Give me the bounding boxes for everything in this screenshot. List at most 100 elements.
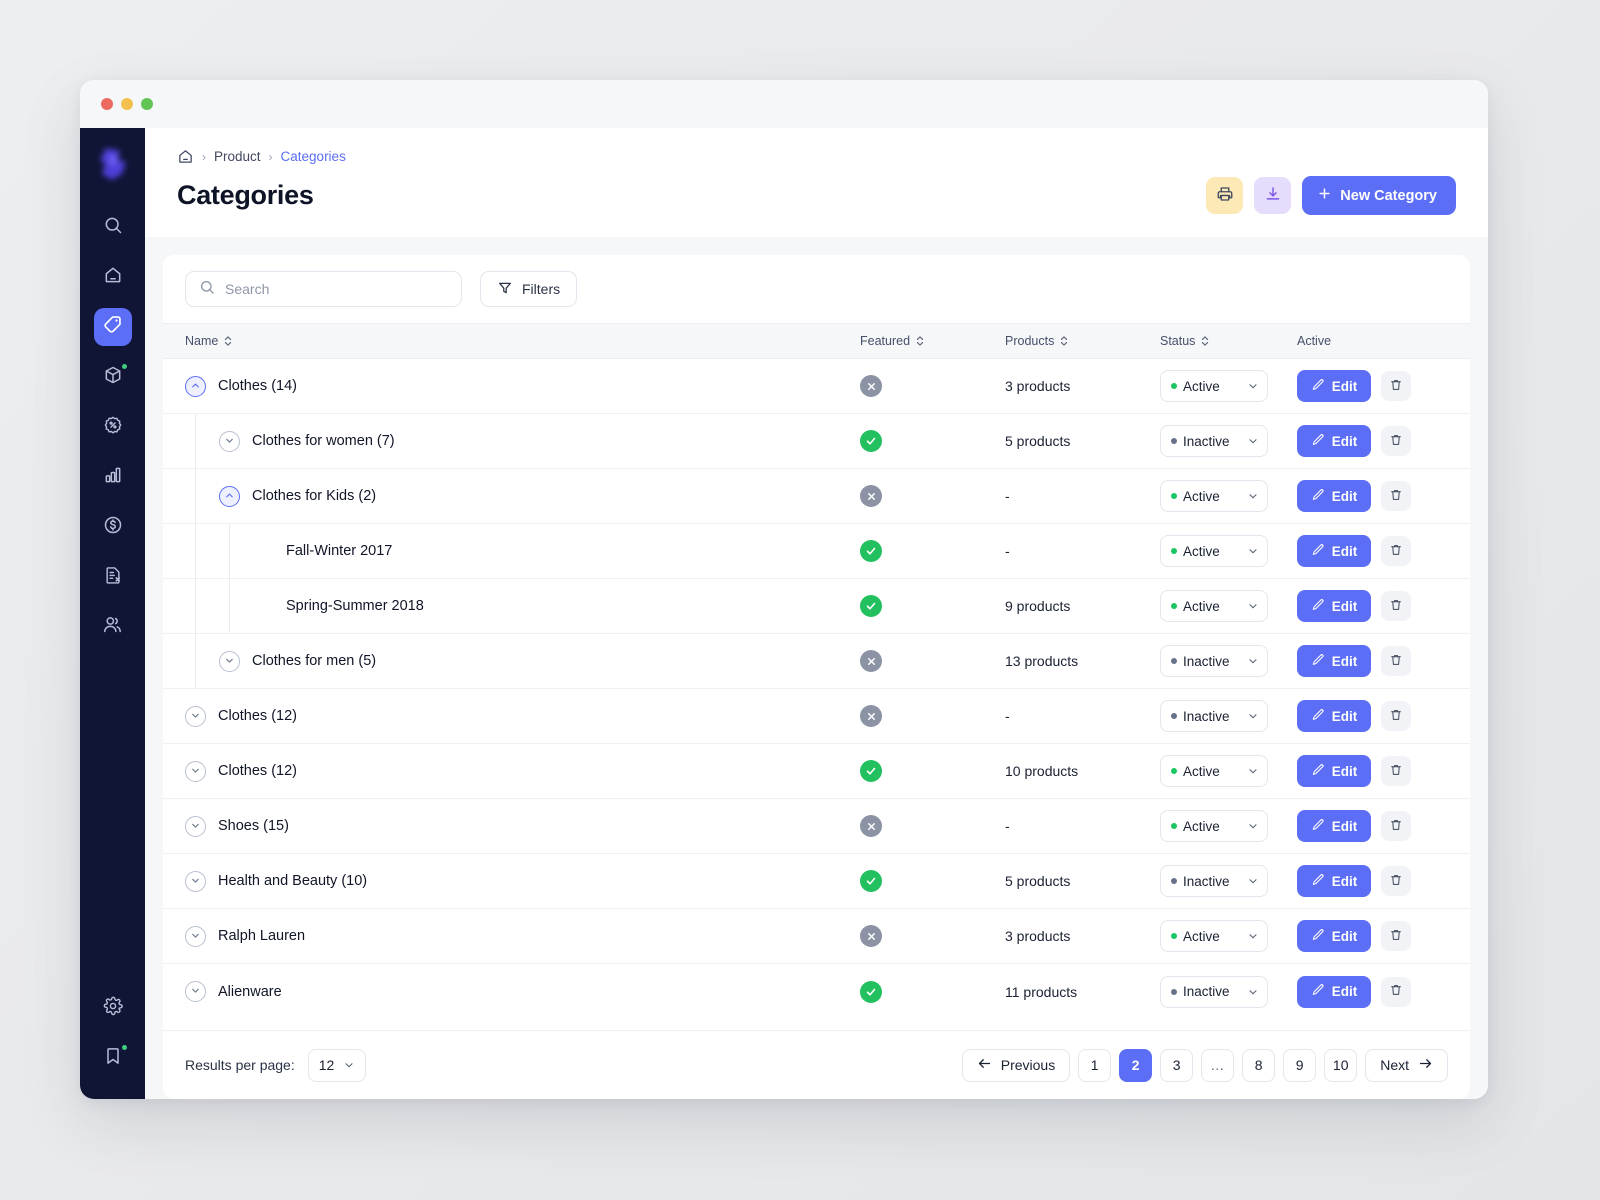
breadcrumb-parent[interactable]: Product: [214, 149, 261, 164]
edit-button[interactable]: Edit: [1297, 480, 1371, 512]
featured-yes-icon[interactable]: [860, 760, 882, 782]
breadcrumb-current[interactable]: Categories: [281, 149, 346, 164]
column-header-featured[interactable]: Featured: [860, 334, 1005, 348]
sidebar-item-discounts[interactable]: [94, 408, 132, 446]
minimize-window-button[interactable]: [121, 98, 133, 110]
edit-button[interactable]: Edit: [1297, 755, 1371, 787]
edit-button[interactable]: Edit: [1297, 920, 1371, 952]
next-page-button[interactable]: Next: [1365, 1049, 1448, 1082]
search-input[interactable]: [225, 281, 448, 297]
page-button-8[interactable]: 8: [1242, 1049, 1275, 1082]
breadcrumb-home-icon[interactable]: [177, 148, 194, 165]
edit-button[interactable]: Edit: [1297, 370, 1371, 402]
page-button-9[interactable]: 9: [1283, 1049, 1316, 1082]
delete-button[interactable]: [1381, 811, 1411, 841]
delete-button[interactable]: [1381, 371, 1411, 401]
delete-button[interactable]: [1381, 536, 1411, 566]
sidebar-item-search[interactable]: [94, 208, 132, 246]
filters-button[interactable]: Filters: [480, 271, 577, 307]
featured-yes-icon[interactable]: [860, 870, 882, 892]
sidebar-item-customers[interactable]: [94, 608, 132, 646]
previous-page-button[interactable]: Previous: [962, 1049, 1070, 1082]
app-logo[interactable]: [96, 146, 130, 182]
new-category-button[interactable]: New Category: [1302, 176, 1456, 215]
edit-button[interactable]: Edit: [1297, 976, 1371, 1008]
edit-button[interactable]: Edit: [1297, 590, 1371, 622]
page-button-2[interactable]: 2: [1119, 1049, 1152, 1082]
delete-button[interactable]: [1381, 591, 1411, 621]
table-row: Clothes for men (5)13 productsInactiveEd…: [163, 634, 1470, 689]
featured-yes-icon[interactable]: [860, 595, 882, 617]
sidebar-item-home[interactable]: [94, 258, 132, 296]
edit-button[interactable]: Edit: [1297, 535, 1371, 567]
expand-row-button[interactable]: [185, 706, 206, 727]
status-select[interactable]: Active: [1160, 480, 1268, 512]
status-select[interactable]: Active: [1160, 755, 1268, 787]
sort-icon[interactable]: [1059, 335, 1069, 347]
column-header-name[interactable]: Name: [185, 334, 860, 348]
featured-yes-icon[interactable]: [860, 540, 882, 562]
delete-button[interactable]: [1381, 701, 1411, 731]
expand-row-button[interactable]: [185, 761, 206, 782]
sort-icon[interactable]: [223, 335, 233, 347]
sidebar-item-finance[interactable]: [94, 508, 132, 546]
sort-icon[interactable]: [1200, 335, 1210, 347]
download-button[interactable]: [1254, 177, 1291, 214]
search-box[interactable]: [185, 271, 462, 307]
page-button-3[interactable]: 3: [1160, 1049, 1193, 1082]
status-select[interactable]: Inactive: [1160, 976, 1268, 1008]
close-window-button[interactable]: [101, 98, 113, 110]
delete-button[interactable]: [1381, 426, 1411, 456]
maximize-window-button[interactable]: [141, 98, 153, 110]
featured-no-icon[interactable]: [860, 485, 882, 507]
sort-icon[interactable]: [915, 335, 925, 347]
sidebar-item-analytics[interactable]: [94, 458, 132, 496]
expand-row-button[interactable]: [185, 871, 206, 892]
column-header-products[interactable]: Products: [1005, 334, 1160, 348]
edit-button[interactable]: Edit: [1297, 865, 1371, 897]
expand-row-button[interactable]: [185, 816, 206, 837]
status-select[interactable]: Inactive: [1160, 700, 1268, 732]
collapse-row-button[interactable]: [185, 376, 206, 397]
delete-button[interactable]: [1381, 866, 1411, 896]
edit-button[interactable]: Edit: [1297, 700, 1371, 732]
featured-no-icon[interactable]: [860, 375, 882, 397]
expand-row-button[interactable]: [185, 926, 206, 947]
sidebar-item-invoices[interactable]: [94, 558, 132, 596]
collapse-row-button[interactable]: [219, 486, 240, 507]
featured-no-icon[interactable]: [860, 815, 882, 837]
expand-row-button[interactable]: [219, 651, 240, 672]
print-button[interactable]: [1206, 177, 1243, 214]
sidebar-item-categories[interactable]: [94, 308, 132, 346]
status-select[interactable]: Active: [1160, 370, 1268, 402]
edit-button[interactable]: Edit: [1297, 425, 1371, 457]
page-button-1[interactable]: 1: [1078, 1049, 1111, 1082]
results-per-page-select[interactable]: 12: [308, 1049, 367, 1082]
edit-button[interactable]: Edit: [1297, 645, 1371, 677]
delete-button[interactable]: [1381, 646, 1411, 676]
expand-row-button[interactable]: [219, 431, 240, 452]
sidebar-item-products[interactable]: [94, 358, 132, 396]
featured-no-icon[interactable]: [860, 925, 882, 947]
status-select[interactable]: Active: [1160, 810, 1268, 842]
status-select[interactable]: Active: [1160, 535, 1268, 567]
status-select[interactable]: Active: [1160, 590, 1268, 622]
expand-row-button[interactable]: [185, 981, 206, 1002]
delete-button[interactable]: [1381, 756, 1411, 786]
column-header-status[interactable]: Status: [1160, 334, 1297, 348]
featured-yes-icon[interactable]: [860, 430, 882, 452]
delete-button[interactable]: [1381, 977, 1411, 1007]
sidebar-item-bookmarks[interactable]: [94, 1039, 132, 1077]
delete-button[interactable]: [1381, 481, 1411, 511]
status-select[interactable]: Inactive: [1160, 645, 1268, 677]
delete-button[interactable]: [1381, 921, 1411, 951]
status-select[interactable]: Inactive: [1160, 425, 1268, 457]
sidebar-item-settings[interactable]: [94, 989, 132, 1027]
status-select[interactable]: Active: [1160, 920, 1268, 952]
featured-no-icon[interactable]: [860, 705, 882, 727]
edit-button[interactable]: Edit: [1297, 810, 1371, 842]
featured-yes-icon[interactable]: [860, 981, 882, 1003]
status-select[interactable]: Inactive: [1160, 865, 1268, 897]
featured-no-icon[interactable]: [860, 650, 882, 672]
page-button-10[interactable]: 10: [1324, 1049, 1357, 1082]
